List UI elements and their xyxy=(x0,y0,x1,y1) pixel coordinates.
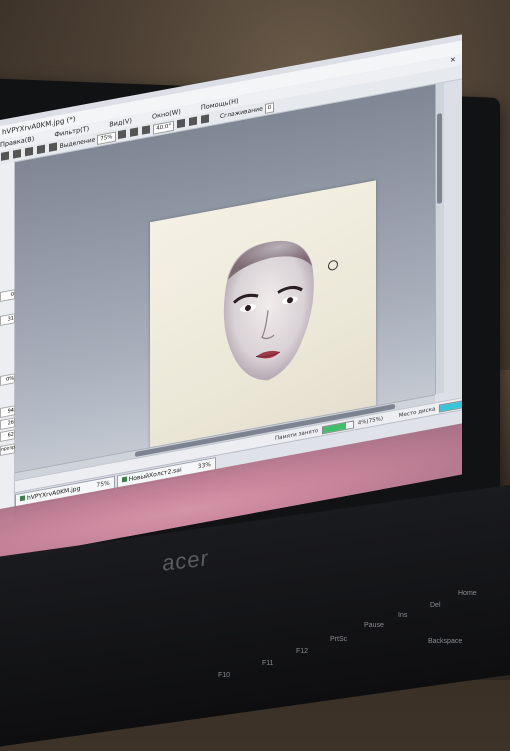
tool-button[interactable] xyxy=(48,142,57,152)
rotate-reset-button[interactable] xyxy=(200,114,209,124)
smoothing-select[interactable]: 0 xyxy=(264,102,275,114)
file-icon xyxy=(20,495,25,502)
face-portrait xyxy=(223,240,314,381)
key-pause: Pause xyxy=(364,622,384,629)
panel-value[interactable]: 0% xyxy=(0,373,15,386)
close-icon[interactable]: ✕ xyxy=(450,56,456,65)
zoom-reset-button[interactable] xyxy=(142,125,151,135)
tool-button[interactable] xyxy=(36,144,45,155)
rotate-right-button[interactable] xyxy=(189,116,198,126)
key-f10: F10 xyxy=(218,672,231,679)
panel-value: прозр. xyxy=(0,443,16,456)
key-ins: Ins xyxy=(398,612,408,619)
tool-button[interactable] xyxy=(1,151,9,161)
rotate-left-button[interactable] xyxy=(177,118,186,129)
panel-value[interactable]: 26 xyxy=(0,417,15,430)
key-backspace: Backspace xyxy=(428,638,463,645)
tab-zoom: 75% xyxy=(96,479,110,490)
zoom-in-button[interactable] xyxy=(130,127,139,137)
vertical-scrollbar[interactable] xyxy=(435,82,444,395)
key-f12: F12 xyxy=(296,648,309,655)
panel-value[interactable]: 94 xyxy=(0,405,15,418)
key-prtsc: PrtSc xyxy=(330,636,348,643)
panel-value[interactable]: 62 xyxy=(0,429,15,442)
tool-button[interactable] xyxy=(24,146,33,157)
scrollbar-thumb[interactable] xyxy=(437,113,442,205)
panel-value[interactable]: 0 xyxy=(0,289,15,302)
key-home: Home xyxy=(458,590,477,597)
tab-zoom: 33% xyxy=(197,460,211,471)
file-icon xyxy=(121,476,127,483)
key-del: Del xyxy=(430,602,441,609)
left-panel: 0 31 0% 94 26 62 прозр. xyxy=(0,161,16,524)
laptop-screen: hVPYXrvA0KM.jpg (*) Правка(В) Фильтр(T) … xyxy=(0,34,462,561)
zoom-out-button[interactable] xyxy=(118,129,127,140)
brush-cursor-icon xyxy=(328,259,338,272)
panel-value[interactable]: 31 xyxy=(0,313,15,326)
tool-button[interactable] xyxy=(12,149,21,159)
key-f11: F11 xyxy=(262,660,274,667)
